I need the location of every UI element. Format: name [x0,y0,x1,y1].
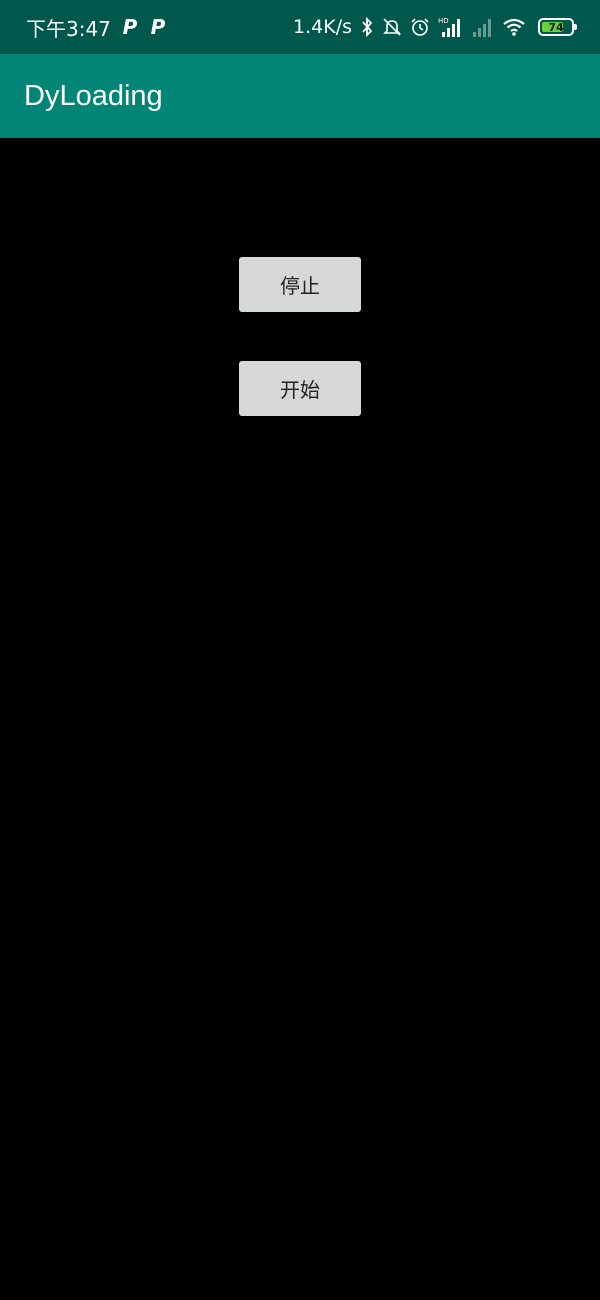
bluetooth-icon [360,17,374,37]
stop-button[interactable]: 停止 [239,257,361,312]
alarm-icon [410,17,430,37]
status-left: 下午3:47 P P [26,0,167,54]
signal-hd-icon: HD [438,16,464,38]
app-bar: DyLoading [0,54,600,138]
network-speed: 1.4K/s [293,16,352,38]
app-title: DyLoading [24,79,163,112]
battery-icon: 74 [538,18,577,36]
battery-level: 74 [548,20,564,34]
battery-cap [574,24,577,30]
hd-label: HD [438,17,449,25]
start-button[interactable]: 开始 [239,361,361,416]
status-bar: 下午3:47 P P 1.4K/s HD 74 [0,0,600,54]
status-time: 下午3:47 [26,16,111,41]
mute-icon [382,17,402,37]
parking-notification-icon: P [122,15,138,39]
status-right: 1.4K/s HD 74 [293,0,577,54]
parking-notification-icon: P [150,15,166,39]
signal-weak-icon [472,16,494,38]
wifi-icon [502,17,526,37]
